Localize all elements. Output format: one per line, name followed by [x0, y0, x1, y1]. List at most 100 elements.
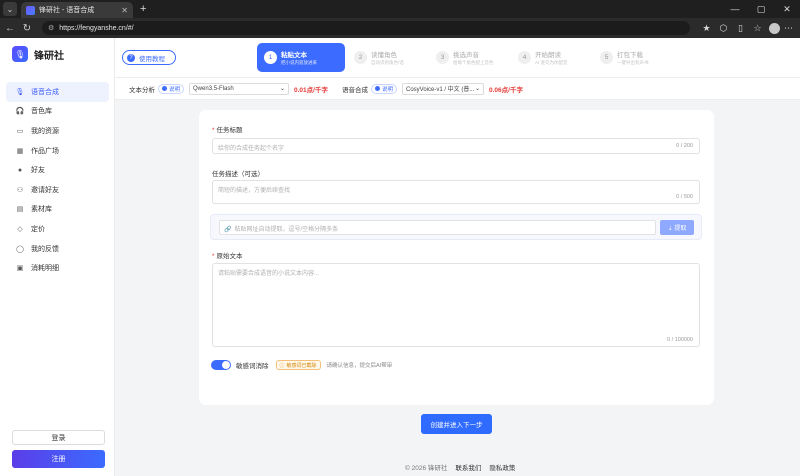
- tts-model-select[interactable]: CosyVoice-v1 / 中文 (普... ⌄: [402, 82, 484, 95]
- gallery-icon: ▦: [16, 147, 24, 155]
- sidebar-item-label: 作品广场: [31, 147, 59, 155]
- close-window-icon[interactable]: ✕: [774, 0, 800, 18]
- browser-tab[interactable]: 锋研社 - 语音合成 ✕: [21, 2, 133, 18]
- mic-icon: 🎙: [15, 88, 25, 96]
- tts-model-value: CosyVoice-v1 / 中文 (普...: [406, 87, 475, 93]
- privacy-link[interactable]: 隐私政策: [489, 462, 515, 472]
- sidebar-item-9[interactable]: ▣ 消耗明细: [6, 258, 109, 278]
- contact-link[interactable]: 联系我们: [455, 462, 481, 472]
- create-next-button[interactable]: 创建并进入下一步: [421, 414, 492, 434]
- step-number: 2: [354, 51, 367, 64]
- raw-text-textarea[interactable]: 请粘贴需要合成语音的小说文本内容... 0 / 100000: [212, 263, 700, 347]
- info-icon: [162, 86, 167, 91]
- tts-info-tag[interactable]: 说明: [370, 83, 397, 94]
- step-header: ? 使用教程 1 粘贴文本 把小说内容放进来 2 读懂角色 自动识别角色/话 3 挑选声音 给每…: [115, 38, 800, 78]
- folder-icon: ▭: [16, 127, 24, 135]
- tag-label: 说明: [169, 86, 181, 93]
- step-4[interactable]: 4 开始朗读 AI 逐句为你配音: [511, 43, 593, 72]
- step-3[interactable]: 3 挑选声音 给每个角色配上音色: [429, 43, 511, 72]
- step-1[interactable]: 1 粘贴文本 把小说内容放进来: [257, 43, 345, 72]
- url-text: https://fengyanshe.cn/#/: [59, 24, 134, 32]
- text-price: 0.01点/千字: [294, 86, 328, 94]
- task-form-card: * 任务标题 给你的合成任务起个名字 0 / 200 任务描述（可选） 简短的描述…: [199, 110, 714, 405]
- sidebar-item-5[interactable]: ⚇ 邀请好友: [6, 180, 109, 200]
- split-view-icon[interactable]: ▯: [732, 23, 749, 34]
- extract-button[interactable]: ⇣ 提取: [660, 220, 694, 235]
- invite-icon: ⚇: [16, 186, 24, 194]
- text-model-value: Qwen3.5-Flash: [193, 85, 234, 92]
- brand-name: 锋研社: [34, 50, 64, 62]
- url-placeholder: 粘贴网址自动提取，逗号/空格分隔多条: [234, 227, 339, 233]
- tag-icon: ◇: [17, 225, 23, 233]
- logo-mic-icon: 🎙: [12, 46, 28, 62]
- sensitive-toggle[interactable]: [211, 360, 231, 370]
- raw-text-count: 0 / 100000: [667, 337, 693, 343]
- favicon-icon: [26, 5, 35, 15]
- new-tab-icon[interactable]: +: [140, 3, 146, 15]
- maximize-icon[interactable]: ▢: [748, 0, 774, 18]
- tts-price: 0.06点/千字: [489, 86, 523, 94]
- tab-menu-icon[interactable]: ⌄: [3, 2, 17, 16]
- sidebar-item-label: 消耗明细: [31, 265, 59, 273]
- sidebar-item-8[interactable]: ◯ 我的反馈: [6, 239, 109, 259]
- step-subtitle: AI 逐句为你配音: [535, 60, 568, 65]
- step-subtitle: 把小说内容放进来: [281, 60, 317, 65]
- step-number: 1: [264, 51, 277, 64]
- sidebar-menu: 🎙 语音合成 🎧 音色库 ▭ 我的资源 ▦ 作品广场 ● 好友 ⚇ 邀请好友 ▤ 素材库 ◇ 定价 ◯ 我的反馈 ▣…: [6, 82, 109, 278]
- task-title-placeholder: 给你的合成任务起个名字: [218, 146, 285, 152]
- text-model-select[interactable]: Qwen3.5-Flash ⌄: [189, 82, 290, 95]
- step-2[interactable]: 2 读懂角色 自动识别角色/话: [347, 43, 429, 72]
- site-info-icon[interactable]: ⚙: [48, 24, 54, 32]
- more-menu-icon[interactable]: ⋯: [780, 23, 797, 34]
- favorites-icon[interactable]: ☆: [749, 23, 766, 34]
- step-subtitle: 给每个角色配上音色: [453, 60, 494, 65]
- config-bar: 文本分析 说明 Qwen3.5-Flash ⌄ 0.01点/千字 语音合成 说明…: [115, 78, 800, 100]
- tutorial-button[interactable]: ? 使用教程: [122, 50, 176, 65]
- tutorial-label: 使用教程: [139, 55, 165, 63]
- step-subtitle: 一键导出有声书: [617, 60, 649, 65]
- sidebar-item-1[interactable]: 🎧 音色库: [6, 102, 109, 122]
- warning-icon: ⓘ: [279, 362, 285, 369]
- task-desc-label: 任务描述（可选）: [212, 171, 264, 178]
- task-desc-count: 0 / 500: [676, 194, 693, 200]
- task-title-count: 0 / 200: [676, 143, 693, 149]
- feedback-icon: ◯: [16, 245, 24, 253]
- sidebar-item-7[interactable]: ◇ 定价: [6, 219, 109, 239]
- step-title: 开始朗读: [535, 52, 561, 59]
- task-desc-textarea[interactable]: 简短的描述，方便后续查找 0 / 500: [212, 180, 700, 204]
- sidebar-item-4[interactable]: ● 好友: [6, 160, 109, 180]
- address-bar[interactable]: ⚙ https://fengyanshe.cn/#/: [42, 21, 690, 35]
- question-icon: ?: [127, 53, 135, 62]
- reload-icon[interactable]: ↻: [20, 23, 34, 34]
- step-title: 读懂角色: [371, 52, 397, 59]
- sidebar-item-label: 我的反馈: [31, 245, 59, 253]
- sidebar-item-label: 音色库: [31, 108, 52, 116]
- extensions-icon[interactable]: ⬡: [715, 23, 732, 34]
- task-desc-placeholder: 简短的描述，方便后续查找: [218, 188, 291, 194]
- sidebar-item-0[interactable]: 🎙 语音合成: [6, 82, 109, 102]
- minimize-icon[interactable]: —: [722, 0, 748, 18]
- back-icon[interactable]: ←: [3, 23, 17, 34]
- sensitive-badge: ⓘ 敏感词已截除: [275, 360, 321, 370]
- sidebar-item-2[interactable]: ▭ 我的资源: [6, 121, 109, 141]
- step-number: 5: [600, 51, 613, 64]
- link-icon: 🔗: [224, 227, 232, 233]
- brand[interactable]: 🎙 锋研社: [12, 46, 64, 62]
- bookmark-star-icon[interactable]: ★: [698, 23, 715, 34]
- info-icon: [374, 86, 380, 91]
- url-input[interactable]: 🔗 粘贴网址自动提取，逗号/空格分隔多条: [219, 220, 656, 235]
- step-number: 4: [518, 51, 531, 64]
- user-icon: ●: [17, 166, 23, 174]
- sidebar-item-3[interactable]: ▦ 作品广场: [6, 141, 109, 161]
- sensitive-note: 请确认信息，提交后AI帮审: [326, 363, 393, 369]
- tab-close-icon[interactable]: ✕: [121, 6, 128, 15]
- raw-text-label: * 原始文本: [212, 253, 243, 260]
- register-button[interactable]: 注册: [12, 450, 105, 468]
- step-5[interactable]: 5 打包下载 一键导出有声书: [593, 43, 675, 72]
- text-analysis-info-tag[interactable]: 说明: [158, 83, 185, 94]
- task-title-input[interactable]: 给你的合成任务起个名字 0 / 200: [212, 138, 700, 154]
- browser-tabbar: ⌄ 锋研社 - 语音合成 ✕ + — ▢ ✕: [0, 0, 800, 18]
- login-button[interactable]: 登录: [12, 430, 105, 445]
- sidebar-item-6[interactable]: ▤ 素材库: [6, 200, 109, 220]
- profile-avatar[interactable]: [769, 22, 780, 34]
